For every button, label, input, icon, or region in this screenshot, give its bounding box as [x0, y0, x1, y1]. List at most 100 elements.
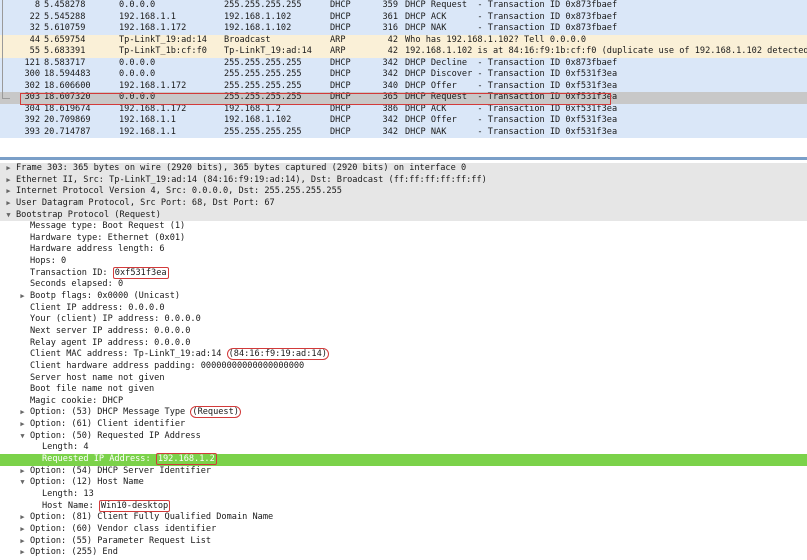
packet-destination: 255.255.255.255 [224, 80, 302, 91]
packet-destination: 192.168.1.102 [224, 115, 292, 125]
collapsed-triangle-icon[interactable]: ▶ [18, 512, 27, 524]
detail-row[interactable]: ▶ Option: (53) DHCP Message Type (Request… [0, 406, 807, 419]
detail-row[interactable]: ▼ Option: (12) Host Name [0, 477, 807, 489]
detail-row-text: Boot file name not given [30, 384, 154, 396]
collapsed-triangle-icon[interactable]: ▶ [4, 198, 13, 210]
packet-list: 8 5.458278 0.0.0.0 255.255.255.255 DHCP 359 DH… [0, 0, 807, 141]
detail-row[interactable]: ▶ Option: (255) End [0, 547, 807, 559]
packet-protocol: DHCP [330, 80, 351, 91]
packet-row[interactable]: 300 18.594483 0.0.0.0 255.255.255.255 DHCP 34… [0, 69, 807, 81]
detail-row[interactable]: Message type: Boot Request (1) [0, 221, 807, 233]
packet-time: 5.683391 [44, 46, 86, 56]
packet-number: 300 [24, 69, 40, 79]
detail-row[interactable]: ▶ Option: (54) DHCP Server Identifier [0, 466, 807, 478]
detail-row[interactable]: Transaction ID: 0xf531f3ea [0, 266, 807, 280]
detail-row[interactable]: Client hardware address padding: 0000000… [0, 361, 807, 373]
detail-row-text: User Datagram Protocol, Src Port: 68, Ds… [16, 198, 275, 210]
packet-row[interactable]: 55 5.683391 Tp-LinkT_1b:cf:f0 Tp-LinkT_19:a… [0, 46, 807, 58]
packet-info: DHCP Request - Transaction ID 0xf531f3ea [405, 92, 618, 102]
packet-row[interactable]: 121 8.583717 0.0.0.0 255.255.255.255 DHCP 342… [0, 57, 807, 69]
detail-label: Option: (55) Parameter Request List [30, 535, 212, 546]
detail-row-text: Bootstrap Protocol (Request) [16, 210, 161, 222]
detail-row[interactable]: Seconds elapsed: 0 [0, 279, 807, 291]
detail-row[interactable]: Hardware type: Ethernet (0x01) [0, 233, 807, 245]
detail-label: Relay agent IP address: 0.0.0.0 [30, 337, 191, 348]
packet-row[interactable]: 304 18.619674 192.168.1.172 192.168.1.2 DHCP… [0, 103, 807, 115]
expanded-triangle-icon[interactable]: ▼ [4, 210, 13, 222]
detail-row-text: Hardware address length: 6 [30, 244, 165, 256]
packet-source: 192.168.1.172 [119, 103, 187, 114]
detail-row[interactable]: Boot file name not given [0, 384, 807, 396]
packet-row[interactable]: 392 20.709869 192.168.1.1 192.168.1.102 DHCP… [0, 115, 807, 127]
collapsed-triangle-icon[interactable]: ▶ [18, 291, 27, 303]
detail-row[interactable]: Next server IP address: 0.0.0.0 [0, 326, 807, 338]
packet-row[interactable]: 8 5.458278 0.0.0.0 255.255.255.255 DHCP 359 DH… [0, 0, 807, 12]
detail-row[interactable]: Server host name not given [0, 373, 807, 385]
detail-row[interactable]: Length: 4 [0, 442, 807, 454]
packet-protocol: DHCP [330, 57, 351, 68]
collapsed-triangle-icon[interactable]: ▶ [4, 175, 13, 187]
packet-row[interactable]: 44 5.659754 Tp-LinkT_19:ad:14 Broadcast ARP 4… [0, 34, 807, 46]
packet-protocol: DHCP [330, 11, 351, 22]
packet-info: DHCP ACK - Transaction ID 0x873fbaef [405, 11, 618, 22]
packet-row-selected[interactable]: 303 18.607320 0.0.0.0 255.255.255.255 DHCP 36… [0, 92, 807, 104]
detail-row[interactable]: ▶ User Datagram Protocol, Src Port: 68, D… [0, 197, 807, 210]
collapsed-triangle-icon[interactable]: ▶ [18, 547, 27, 559]
packet-info: 192.168.1.102 is at 84:16:f9:1b:cf:f0 (d… [405, 46, 807, 56]
collapsed-triangle-icon[interactable]: ▶ [18, 524, 27, 536]
detail-row[interactable]: Client MAC address: Tp-LinkT_19:ad:14 (8… [0, 348, 807, 361]
detail-row[interactable]: ▶ Option: (81) Client Fully Qualified Dom… [0, 512, 807, 524]
detail-label: Requested IP Address: [42, 454, 156, 465]
detail-label: Hops: 0 [30, 256, 67, 267]
detail-row[interactable]: ▶ Ethernet II, Src: Tp-LinkT_19:ad:14 (84… [0, 174, 807, 187]
packet-destination: 192.168.1.102 [224, 11, 292, 22]
packet-row[interactable]: 393 20.714787 192.168.1.1 255.255.255.255 DH… [0, 126, 807, 138]
collapsed-triangle-icon[interactable]: ▶ [18, 536, 27, 548]
detail-row-text: Ethernet II, Src: Tp-LinkT_19:ad:14 (84:… [16, 175, 487, 187]
detail-row[interactable]: Relay agent IP address: 0.0.0.0 [0, 338, 807, 350]
packet-row[interactable]: 22 5.545288 192.168.1.1 192.168.1.102 DHCP 36… [0, 11, 807, 23]
detail-row[interactable]: Your (client) IP address: 0.0.0.0 [0, 314, 807, 326]
collapsed-triangle-icon[interactable]: ▶ [18, 466, 27, 478]
detail-row[interactable]: ▶ Option: (60) Vendor class identifier [0, 524, 807, 536]
packet-length: 386 [382, 103, 398, 114]
detail-row[interactable]: ▶ Bootp flags: 0x0000 (Unicast) [0, 291, 807, 303]
detail-label: User Datagram Protocol, Src Port: 68, Ds… [16, 197, 275, 208]
detail-row-text: Server host name not given [30, 373, 165, 385]
detail-row[interactable]: ▶ Option: (55) Parameter Request List [0, 536, 807, 548]
expanded-triangle-icon[interactable]: ▼ [18, 477, 27, 489]
expanded-triangle-icon[interactable]: ▼ [18, 431, 27, 443]
highlighted-value: (84:16:f9:19:ad:14) [226, 348, 329, 361]
detail-row[interactable]: Magic cookie: DHCP [0, 396, 807, 408]
detail-row-selected[interactable]: Requested IP Address: 192.168.1.2 [0, 453, 807, 466]
detail-row[interactable]: Client IP address: 0.0.0.0 [0, 303, 807, 315]
detail-row[interactable]: Host Name: Win10-desktop [0, 499, 807, 513]
packet-destination: 192.168.1.2 [224, 103, 281, 114]
detail-row[interactable]: Hardware address length: 6 [0, 244, 807, 256]
packet-number: 393 [24, 126, 40, 137]
packet-number: 303 [24, 92, 40, 102]
collapsed-triangle-icon[interactable]: ▶ [4, 163, 13, 175]
detail-label: Server host name not given [30, 372, 165, 383]
collapsed-triangle-icon[interactable]: ▶ [18, 419, 27, 431]
detail-row[interactable]: ▶ Frame 303: 365 bytes on wire (2920 bits… [0, 163, 807, 175]
packet-number: 392 [24, 115, 40, 125]
packet-info: DHCP NAK - Transaction ID 0x873fbaef [405, 23, 618, 33]
packet-time: 5.659754 [44, 34, 86, 45]
pane-divider[interactable] [0, 157, 807, 160]
collapsed-triangle-icon[interactable]: ▶ [4, 186, 13, 198]
packet-length: 361 [382, 11, 398, 22]
packet-info: Who has 192.168.1.102? Tell 0.0.0.0 [405, 34, 587, 45]
packet-row[interactable]: 32 5.610759 192.168.1.172 192.168.1.102 DHCP… [0, 23, 807, 35]
detail-row[interactable]: Length: 13 [0, 489, 807, 501]
detail-row[interactable]: ▼ Option: (50) Requested IP Address [0, 431, 807, 443]
collapsed-triangle-icon[interactable]: ▶ [18, 407, 27, 419]
packet-source: 192.168.1.1 [119, 11, 176, 22]
packet-row[interactable]: 302 18.606600 192.168.1.172 255.255.255.255… [0, 80, 807, 92]
detail-row[interactable]: ▶ Internet Protocol Version 4, Src: 0.0.0… [0, 186, 807, 198]
detail-row[interactable]: ▼ Bootstrap Protocol (Request) [0, 209, 807, 222]
detail-row-text: Frame 303: 365 bytes on wire (2920 bits)… [16, 163, 466, 175]
packet-details-tree: ▶ Frame 303: 365 bytes on wire (2920 bits… [0, 163, 807, 560]
detail-row[interactable]: ▶ Option: (61) Client identifier [0, 419, 807, 431]
packet-protocol: ARP [330, 46, 346, 56]
